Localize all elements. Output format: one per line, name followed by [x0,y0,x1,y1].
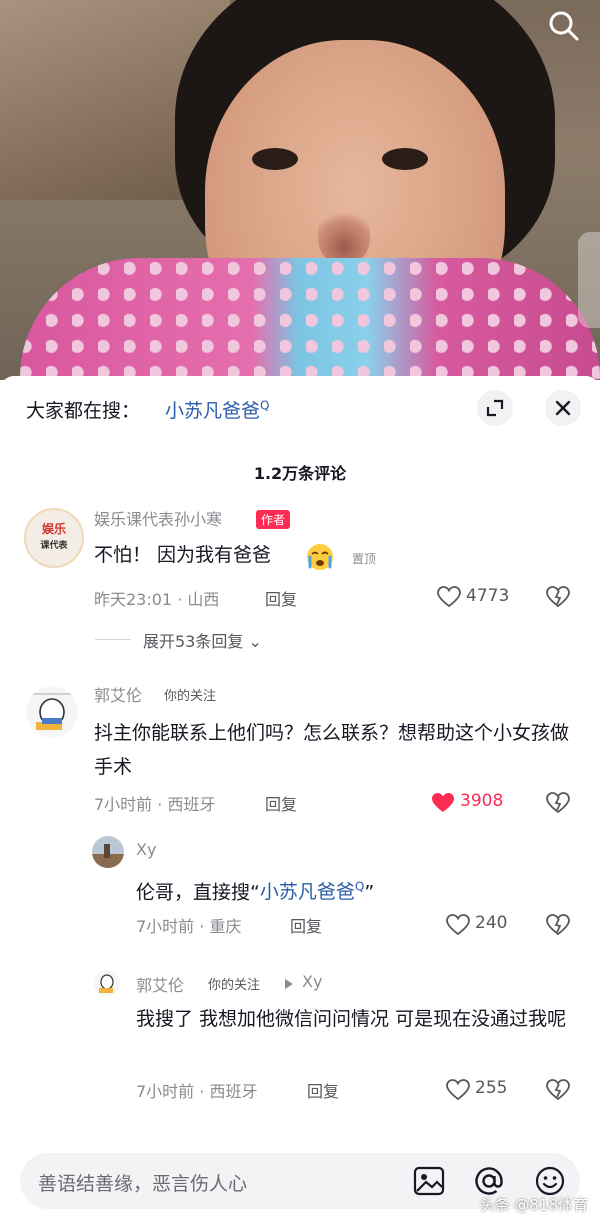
dislike-icon[interactable] [546,914,570,936]
reply-time: 7小时前 · 西班牙 [136,1082,258,1101]
expand-replies-button[interactable]: 展开53条回复 ⌄ [143,628,262,652]
expand-icon[interactable] [477,390,513,426]
like-count: 4773 [466,586,510,606]
mention-icon[interactable] [472,1164,506,1198]
child-right-eye [382,148,428,170]
side-drawer-handle[interactable] [578,232,600,328]
image-icon[interactable] [412,1164,446,1198]
avatar[interactable] [94,970,120,996]
reply-time: 7小时前 · 重庆 [136,917,242,936]
comment-input-placeholder: 善语结善缘，恶言伤人心 [38,1173,248,1195]
search-link[interactable]: 小苏凡爸爸Q [260,880,365,903]
liked-heart-icon[interactable] [431,792,455,814]
avatar[interactable] [92,836,124,868]
comment-username[interactable]: 娱乐课代表孙小寒 [94,506,222,530]
author-badge: 作者 [256,510,291,529]
avatar-text-bottom: 课代表 [40,541,68,551]
hot-search-label: 大家都在搜： [26,400,141,422]
comment-time: 7小时前 · 西班牙 [94,795,216,814]
reply-button[interactable]: 回复 [307,1078,339,1102]
reply-button[interactable]: 回复 [265,791,297,815]
reply-username[interactable]: 郭艾伦 [136,972,184,996]
watermark: 头条 @818体育 [479,1196,588,1214]
child-pink-jacket [20,258,600,380]
pinned-label: 置顶 [352,552,377,566]
dislike-icon[interactable] [546,792,570,814]
crying-emoji-icon [307,544,333,570]
reply-text: 伦哥，直接搜“小苏凡爸爸Q” [136,880,375,904]
divider [95,639,131,640]
comment-sheet: 大家都在搜： 小苏凡爸爸Q 1.2万条评论 娱乐 课代表 娱乐课代表孙小寒 作者… [0,376,600,1227]
reply-button[interactable]: 回复 [265,586,297,610]
avatar[interactable] [26,686,78,738]
reply-arrow-icon [285,979,293,989]
search-icon[interactable] [546,8,582,44]
like-count: 240 [475,913,508,933]
following-tag: 你的关注 [164,689,217,704]
like-count: 3908 [460,791,504,811]
reply-text: 我搜了 我想加他微信问问情况 可是现在没通过我呢 [136,1008,567,1030]
comment-count: 1.2万条评论 [253,464,347,483]
comment-username[interactable]: 郭艾伦 [94,682,142,706]
comment-text: 不怕！ 因为我有爸爸 [94,544,272,566]
dislike-icon[interactable] [546,586,570,608]
close-icon[interactable] [545,390,581,426]
search-glyph-icon: Q [260,398,270,413]
reply-username[interactable]: Xy [136,840,156,859]
comment-time: 昨天23:01 · 山西 [94,590,220,609]
avatar[interactable]: 娱乐 课代表 [24,508,84,568]
avatar-text-top: 娱乐 [41,522,66,536]
comment-text: 抖主你能联系上他们吗？怎么联系？想帮助这个小女孩做手术 [94,722,570,778]
search-glyph-icon: Q [354,880,365,894]
emoji-icon[interactable] [533,1164,567,1198]
child-nose [318,205,370,265]
like-count: 255 [475,1078,508,1098]
like-heart-icon[interactable] [437,586,461,608]
dislike-icon[interactable] [546,1079,570,1101]
following-tag: 你的关注 [208,978,261,993]
reply-to-username[interactable]: Xy [302,972,322,991]
video-frame[interactable] [0,0,600,380]
like-heart-icon[interactable] [446,914,470,936]
comment-sheet-header: 大家都在搜： 小苏凡爸爸Q [0,376,600,440]
hot-search-link[interactable]: 小苏凡爸爸Q [165,396,269,423]
reply-button[interactable]: 回复 [290,913,322,937]
like-heart-icon[interactable] [446,1079,470,1101]
child-left-eye [252,148,298,170]
